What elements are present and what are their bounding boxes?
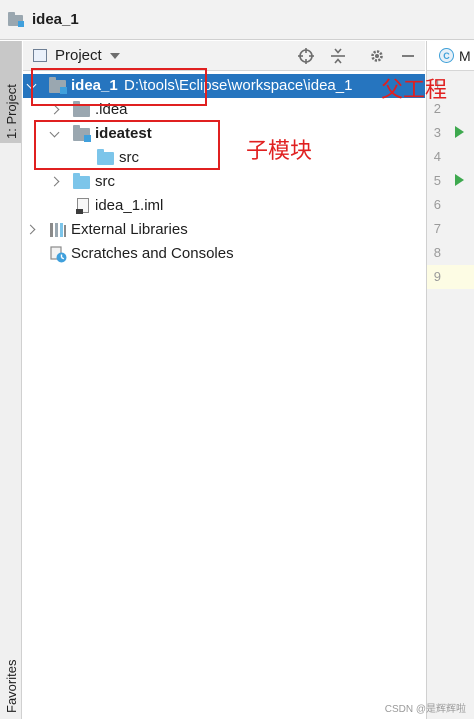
chevron-down-icon[interactable] — [109, 52, 120, 59]
chevron-right-icon[interactable] — [49, 105, 59, 115]
project-name[interactable]: idea_1 — [32, 11, 79, 28]
iml-file-icon — [76, 198, 89, 214]
project-pane-header: Project — [23, 41, 425, 71]
line-number: 8 — [433, 245, 441, 260]
folder-icon — [8, 11, 24, 27]
project-tab-label: 1: Project — [4, 84, 19, 139]
locate-icon[interactable] — [297, 47, 315, 65]
editor-tab[interactable]: C M — [427, 41, 474, 71]
tree-row-scratches[interactable]: Scratches and Consoles — [23, 242, 425, 266]
scratches-icon — [50, 246, 67, 263]
libraries-icon — [50, 223, 66, 237]
chevron-right-icon[interactable] — [49, 177, 59, 187]
tree-row-external-libraries[interactable]: External Libraries — [23, 218, 425, 242]
annotation-parent-project: 父工程 — [381, 78, 448, 103]
external-libraries-label: External Libraries — [71, 221, 188, 238]
collapse-icon[interactable] — [329, 47, 347, 65]
src-label: src — [95, 173, 115, 190]
left-tool-strip: 1: Project Favorites — [0, 41, 22, 719]
line-number: 7 — [433, 221, 441, 236]
annotation-box-parent — [31, 68, 207, 106]
source-folder-icon — [73, 173, 90, 189]
chevron-right-icon[interactable] — [25, 225, 35, 235]
favorites-tool-tab[interactable]: Favorites — [0, 641, 21, 719]
class-icon: C — [439, 48, 454, 63]
line-number: 9 — [433, 269, 441, 284]
run-icon[interactable] — [455, 126, 464, 138]
project-view-title[interactable]: Project — [55, 47, 102, 64]
annotation-box-module — [34, 120, 220, 170]
editor-tab-label: M — [459, 47, 471, 64]
tree-row-iml[interactable]: idea_1.iml — [23, 194, 425, 218]
gear-icon[interactable] — [368, 47, 386, 65]
favorites-tab-label: Favorites — [4, 659, 19, 713]
watermark: CSDN @是辉辉啦 — [384, 704, 466, 715]
project-tool-tab[interactable]: 1: Project — [0, 41, 21, 143]
title-bar: idea_1 — [0, 0, 474, 40]
line-number: 3 — [433, 125, 441, 140]
line-number: 6 — [433, 197, 441, 212]
project-view-icon — [33, 49, 47, 62]
tree-row-src[interactable]: src — [23, 170, 425, 194]
scratches-label: Scratches and Consoles — [71, 245, 234, 262]
annotation-submodule: 子模块 — [246, 139, 313, 164]
line-number: 5 — [433, 173, 441, 188]
run-icon[interactable] — [455, 174, 464, 186]
minimize-icon[interactable] — [399, 47, 417, 65]
line-number: 4 — [433, 149, 441, 164]
iml-label: idea_1.iml — [95, 197, 164, 214]
editor-gutter: C M 1 2 3 4 5 6 7 8 9 — [426, 41, 474, 719]
